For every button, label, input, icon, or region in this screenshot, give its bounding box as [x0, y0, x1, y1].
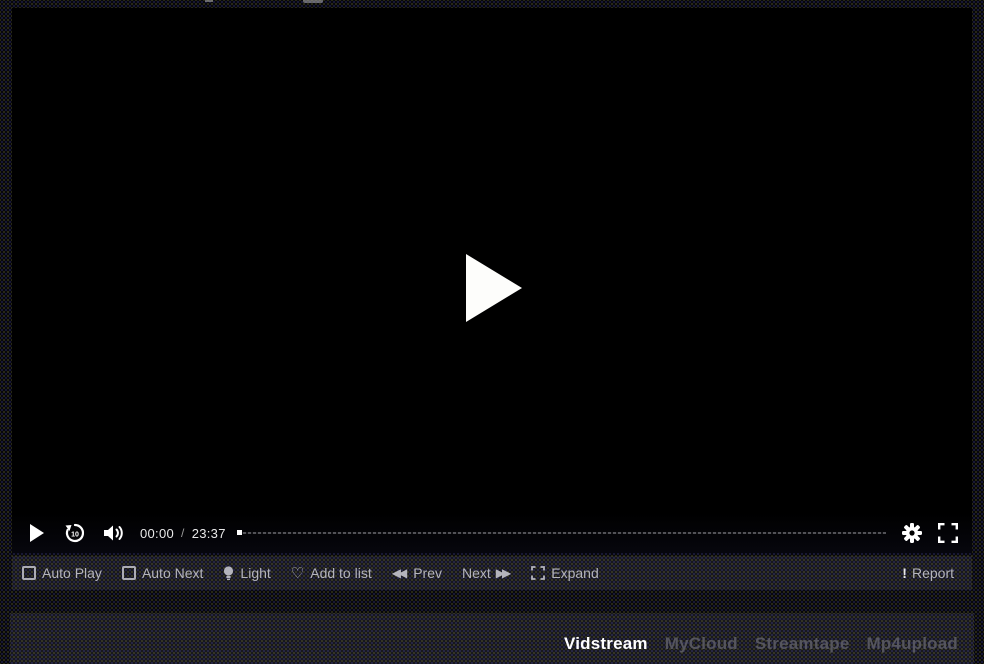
- play-icon: [30, 524, 44, 542]
- clipped-text-artifact: [205, 0, 213, 2]
- server-tab-mycloud[interactable]: MyCloud: [665, 634, 738, 654]
- add-to-list-button[interactable]: ♡ Add to list: [291, 565, 372, 581]
- svg-text:10: 10: [71, 532, 79, 539]
- current-time: 00:00: [140, 526, 174, 541]
- player-toolbar: Auto Play Auto Next Light ♡ Add to list …: [12, 556, 972, 590]
- rewind-10-button[interactable]: 10: [64, 522, 86, 544]
- autonext-label: Auto Next: [142, 565, 203, 581]
- expand-icon: [531, 566, 545, 580]
- exclamation-icon: !: [902, 565, 907, 581]
- settings-button[interactable]: [902, 523, 922, 543]
- volume-button[interactable]: [102, 522, 126, 544]
- server-tabs: Vidstream MyCloud Streamtape Mp4upload: [564, 634, 958, 654]
- report-label: Report: [912, 565, 954, 581]
- progress-playhead[interactable]: [237, 530, 242, 535]
- light-label: Light: [240, 565, 270, 581]
- light-toggle[interactable]: Light: [223, 565, 270, 581]
- clipped-text-artifact: [303, 0, 323, 3]
- next-icon: ▶▶: [496, 567, 511, 579]
- prev-episode-button[interactable]: ◀◀ Prev: [392, 565, 442, 581]
- server-tab-streamtape[interactable]: Streamtape: [755, 634, 850, 654]
- lightbulb-icon: [223, 566, 234, 581]
- video-player[interactable]: 10 00:00 / 23:37: [12, 8, 972, 553]
- time-display: 00:00 / 23:37: [140, 526, 226, 541]
- checkbox-icon: [22, 566, 36, 580]
- big-play-button[interactable]: [466, 254, 522, 322]
- servers-panel: Vidstream MyCloud Streamtape Mp4upload: [10, 613, 974, 664]
- add-to-list-label: Add to list: [310, 565, 371, 581]
- gear-icon: [902, 523, 922, 543]
- fullscreen-button[interactable]: [938, 523, 958, 543]
- page: { "player": { "current_time": "00:00", "…: [0, 0, 984, 664]
- fullscreen-icon: [938, 523, 958, 543]
- prev-label: Prev: [413, 565, 442, 581]
- autonext-toggle[interactable]: Auto Next: [122, 565, 203, 581]
- autoplay-label: Auto Play: [42, 565, 102, 581]
- report-button[interactable]: ! Report: [902, 565, 954, 581]
- volume-icon: [102, 522, 126, 544]
- next-label: Next: [462, 565, 491, 581]
- server-tab-vidstream[interactable]: Vidstream: [564, 634, 648, 654]
- expand-button[interactable]: Expand: [531, 565, 598, 581]
- checkbox-icon: [122, 566, 136, 580]
- expand-label: Expand: [551, 565, 598, 581]
- prev-icon: ◀◀: [392, 567, 407, 579]
- next-episode-button[interactable]: Next ▶▶: [462, 565, 511, 581]
- play-button[interactable]: [30, 524, 44, 542]
- progress-bar[interactable]: [238, 532, 886, 534]
- player-control-bar: 10 00:00 / 23:37: [12, 513, 972, 553]
- server-tab-mp4upload[interactable]: Mp4upload: [866, 634, 958, 654]
- rewind-10-icon: 10: [64, 522, 86, 544]
- autoplay-toggle[interactable]: Auto Play: [22, 565, 102, 581]
- time-separator: /: [181, 526, 185, 540]
- duration: 23:37: [192, 526, 226, 541]
- heart-icon: ♡: [291, 566, 304, 581]
